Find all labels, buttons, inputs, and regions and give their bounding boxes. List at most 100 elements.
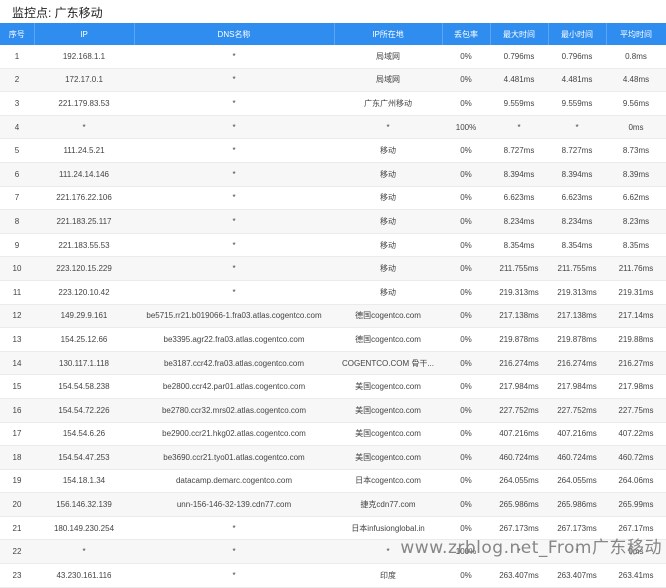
hop-ip: * [34,115,134,140]
hop-min-time: 227.752ms [548,398,606,423]
hop-loss: 0% [442,374,490,399]
table-row[interactable]: 14 130.117.1.118 be3187.ccr42.fra03.atlas.… [0,351,666,376]
table-row[interactable]: 3 221.179.83.53 * 广东广州移动 0% 9.559ms 9.559ms 9.5… [0,91,666,116]
hop-index: 9 [0,233,34,258]
hop-ip: 43.230.161.116 [34,563,134,588]
hop-ip: 154.54.58.238 [34,374,134,399]
hop-avg-time: 0ms [606,115,666,140]
hop-index: 14 [0,351,34,376]
hop-max-time: 219.878ms [490,327,548,352]
hop-avg-time: 9.56ms [606,91,666,116]
table-body: 1 192.168.1.1 * 局域网 0% 0.796ms 0.796ms 0.8ms 2 17… [0,45,666,588]
table-row[interactable]: 17 154.54.6.26 be2900.ccr21.hkg02.atlas.co… [0,422,666,447]
hop-max-time: 263.407ms [490,563,548,588]
column-header-min[interactable]: 最小时间 [548,23,607,45]
table-row[interactable]: 11 223.120.10.42 * 移动 0% 219.313ms 219.313ms 21… [0,280,666,305]
table-row[interactable]: 6 111.24.14.146 * 移动 0% 8.394ms 8.394ms 8.39ms [0,162,666,187]
hop-index: 2 [0,68,34,93]
hop-dns: be2900.ccr21.hkg02.atlas.cogentco.com [134,422,334,447]
hop-dns: * [134,516,334,541]
hop-index: 22 [0,539,34,565]
table-row[interactable]: 1 192.168.1.1 * 局域网 0% 0.796ms 0.796ms 0.8ms [0,45,666,69]
hop-avg-time: 8.39ms [606,162,666,187]
table-row[interactable]: 12 149.29.9.161 be5715.rr21.b019066-1.fra0… [0,304,666,329]
table-row[interactable]: 2 172.17.0.1 * 局域网 0% 4.481ms 4.481ms 4.48ms [0,68,666,93]
hop-location: 美国cogentco.com [334,374,442,399]
table-row[interactable]: 8 221.183.25.117 * 移动 0% 8.234ms 8.234ms 8.23ms [0,209,666,234]
hop-location: 美国cogentco.com [334,445,442,470]
hop-max-time: 4.481ms [490,68,548,93]
hop-max-time: * [490,115,548,140]
hop-max-time: 8.234ms [490,209,548,234]
table-row[interactable]: 18 154.54.47.253 be3690.ccr21.tyo01.atlas.… [0,445,666,470]
table-row[interactable]: 5 111.24.5.21 * 移动 0% 8.727ms 8.727ms 8.73ms [0,138,666,163]
hop-max-time: 6.623ms [490,186,548,211]
hop-location: 移动 [334,256,442,281]
table-row[interactable]: 15 154.54.58.238 be2800.ccr42.par01.atlas.… [0,374,666,399]
table-row[interactable]: 19 154.18.1.34 datacamp.demarc.cogentco.co… [0,469,666,494]
table-row[interactable]: 9 221.183.55.53 * 移动 0% 8.354ms 8.354ms 8.35ms [0,233,666,258]
hop-min-time: 263.407ms [548,563,606,588]
table-row[interactable]: 20 156.146.32.139 unn-156-146-32-139.cdn77… [0,492,666,517]
hop-dns: be3395.agr22.fra03.atlas.cogentco.com [134,327,334,352]
table-row[interactable]: 16 154.54.72.226 be2780.ccr32.mrs02.atlas.… [0,398,666,423]
traceroute-table: 序号 IP DNS名称 IP所在地 丢包率 最大时间 最小时间 平均时间 1 19… [0,23,666,588]
hop-location: 移动 [334,186,442,211]
hop-ip: 130.117.1.118 [34,351,134,376]
hop-ip: 192.168.1.1 [34,45,134,69]
page-title: 监控点: 广东移动 [12,6,103,20]
hop-loss: 0% [442,492,490,517]
hop-dns: * [134,115,334,140]
column-header-avg[interactable]: 平均时间 [606,23,666,45]
hop-dns: * [134,91,334,116]
hop-location: 美国cogentco.com [334,398,442,423]
table-row[interactable]: 13 154.25.12.66 be3395.agr22.fra03.atlas.c… [0,327,666,352]
column-header-loss[interactable]: 丢包率 [442,23,491,45]
hop-avg-time: 460.72ms [606,445,666,470]
hop-max-time: 219.313ms [490,280,548,305]
table-row[interactable]: 4 * * * 100% * * 0ms [0,115,666,140]
hop-avg-time: 263.41ms [606,563,666,588]
hop-dns: * [134,68,334,93]
hop-avg-time: 217.98ms [606,374,666,399]
hop-min-time: 6.623ms [548,186,606,211]
hop-loss: 0% [442,68,490,93]
hop-index: 13 [0,327,34,352]
hop-avg-time: 407.22ms [606,422,666,447]
hop-max-time: 460.724ms [490,445,548,470]
hop-loss: 0% [442,469,490,494]
column-header-dns[interactable]: DNS名称 [134,23,335,45]
hop-max-time: 8.394ms [490,162,548,187]
hop-min-time: 219.878ms [548,327,606,352]
column-header-max[interactable]: 最大时间 [490,23,549,45]
hop-dns: * [134,162,334,187]
hop-min-time: 217.984ms [548,374,606,399]
hop-ip: 223.120.10.42 [34,280,134,305]
hop-index: 6 [0,162,34,187]
table-row[interactable]: 23 43.230.161.116 * 印度 0% 263.407ms 263.407ms 2… [0,563,666,588]
hop-ip: 111.24.14.146 [34,162,134,187]
hop-loss: 0% [442,138,490,163]
hop-index: 8 [0,209,34,234]
table-row[interactable]: 7 221.176.22.106 * 移动 0% 6.623ms 6.623ms 6.62ms [0,186,666,211]
hop-avg-time: 8.35ms [606,233,666,258]
hop-dns: * [134,45,334,69]
hop-ip: 154.54.47.253 [34,445,134,470]
hop-index: 19 [0,469,34,494]
column-header-index[interactable]: 序号 [0,23,35,45]
hop-index: 7 [0,186,34,211]
hop-loss: 0% [442,563,490,588]
hop-avg-time: 217.14ms [606,304,666,329]
hop-min-time: 8.354ms [548,233,606,258]
hop-ip: 221.176.22.106 [34,186,134,211]
hop-index: 15 [0,374,34,399]
table-row[interactable]: 10 223.120.15.229 * 移动 0% 211.755ms 211.755ms 2… [0,256,666,281]
column-header-location[interactable]: IP所在地 [334,23,443,45]
hop-ip: 172.17.0.1 [34,68,134,93]
hop-location: * [334,115,442,140]
hop-min-time: 8.394ms [548,162,606,187]
hop-dns: datacamp.demarc.cogentco.com [134,469,334,494]
column-header-ip[interactable]: IP [34,23,135,45]
hop-location: 局域网 [334,68,442,93]
hop-location: 美国cogentco.com [334,422,442,447]
